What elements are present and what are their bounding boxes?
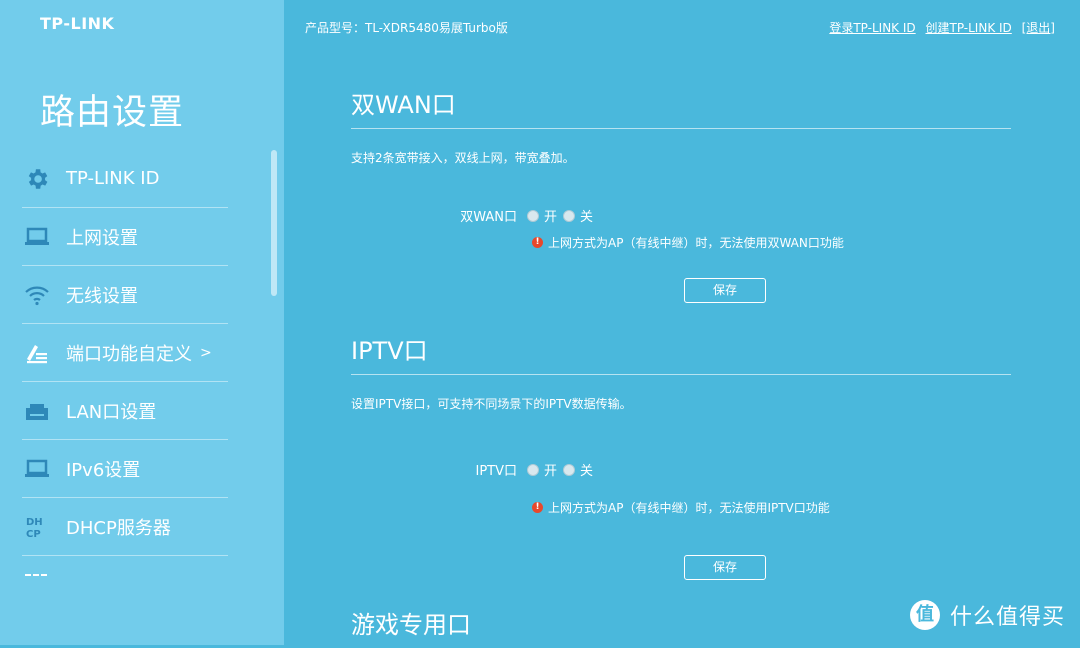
warning-text: 上网方式为AP（有线中继）时，无法使用双WAN口功能 — [548, 236, 844, 250]
ethernet-port-icon — [22, 396, 52, 426]
radio-on[interactable]: 开 — [527, 460, 557, 479]
warning-icon: ! — [532, 237, 543, 248]
sidebar-item-wireless[interactable]: 无线设置 — [22, 266, 228, 324]
section-title: IPTV口 — [351, 337, 428, 365]
radio-off[interactable]: 关 — [563, 460, 593, 479]
radio-on-label: 开 — [544, 210, 558, 225]
chevron-right-icon: > — [200, 344, 212, 361]
create-account-link[interactable]: 创建TP-LINK ID — [925, 21, 1011, 35]
sidebar-nav: TP-LINK ID 上网设置 无线设置 端口功能自定义 > LAN口设置 IP… — [22, 150, 228, 580]
svg-text:DH: DH — [26, 517, 43, 528]
logout-link[interactable]: [退出] — [1022, 21, 1055, 35]
login-link[interactable]: 登录TP-LINK ID — [829, 21, 915, 35]
dual-wan-save-button[interactable]: 保存 — [684, 278, 766, 303]
sidebar-item-tp-link-id[interactable]: TP-LINK ID — [22, 150, 228, 208]
section-divider — [351, 374, 1011, 375]
sidebar-scrollbar[interactable] — [271, 150, 277, 296]
dual-wan-setting: 双WAN口 开 关 — [437, 206, 599, 225]
sidebar-item-label: DHCP服务器 — [66, 517, 171, 539]
iptv-warning: ! 上网方式为AP（有线中继）时，无法使用IPTV口功能 — [532, 499, 830, 516]
sidebar-item-lan[interactable]: LAN口设置 — [22, 382, 228, 440]
section-divider — [351, 128, 1011, 129]
iptv-save-button[interactable]: 保存 — [684, 555, 766, 580]
radio-on-label: 开 — [544, 464, 558, 479]
laptop-icon — [22, 222, 52, 252]
warning-text: 上网方式为AP（有线中继）时，无法使用IPTV口功能 — [548, 501, 830, 515]
warning-icon: ! — [532, 502, 543, 513]
watermark: 值 什么值得买 — [910, 599, 1065, 631]
radio-circle-icon — [563, 209, 576, 222]
watermark-text: 什么值得买 — [950, 605, 1066, 630]
dual-wan-warning: ! 上网方式为AP（有线中继）时，无法使用双WAN口功能 — [532, 234, 844, 251]
radio-off-label: 关 — [580, 464, 594, 479]
section-title: 双WAN口 — [351, 91, 456, 119]
radio-off-label: 关 — [580, 210, 594, 225]
radio-off[interactable]: 关 — [563, 206, 593, 225]
sidebar-item-label: TP-LINK ID — [66, 168, 160, 189]
gear-icon — [22, 164, 52, 194]
radio-circle-icon — [527, 463, 539, 476]
setting-label: IPTV口 — [475, 464, 517, 479]
iptv-setting: IPTV口 开 关 — [437, 460, 599, 479]
sidebar-item-port-custom[interactable]: 端口功能自定义 > — [22, 324, 228, 382]
sidebar-item-label: 端口功能自定义 — [66, 343, 192, 365]
sidebar-item-internet[interactable]: 上网设置 — [22, 208, 228, 266]
edit-list-icon — [22, 338, 52, 368]
sidebar-item-label: IPv6设置 — [66, 459, 141, 481]
radio-group: 开 关 — [527, 460, 599, 479]
partial-icon — [25, 574, 47, 579]
laptop-icon — [22, 454, 52, 484]
product-model: 产品型号：TL-XDR5480易展Turbo版 — [305, 21, 508, 35]
sidebar-title: 路由设置 — [40, 93, 185, 133]
sidebar-item-dhcp[interactable]: DH CP DHCP服务器 — [22, 498, 228, 556]
section-description: 设置IPTV接口，可支持不同场景下的IPTV数据传输。 — [351, 397, 632, 411]
dhcp-icon: DH CP — [22, 512, 52, 542]
radio-group: 开 关 — [527, 206, 599, 225]
sidebar: TP-LINK 路由设置 TP-LINK ID 上网设置 无线设置 端口功能自定… — [0, 0, 284, 645]
radio-circle-icon — [563, 463, 576, 476]
iptv-section: IPTV口 设置IPTV接口，可支持不同场景下的IPTV数据传输。 — [351, 334, 1011, 412]
wifi-icon — [22, 280, 52, 310]
radio-on[interactable]: 开 — [527, 206, 557, 225]
radio-circle-icon — [527, 209, 539, 222]
tp-link-logo: TP-LINK — [40, 14, 115, 33]
setting-label: 双WAN口 — [460, 210, 517, 225]
sidebar-item-more[interactable] — [22, 556, 228, 580]
sidebar-item-label: 上网设置 — [66, 227, 138, 249]
sidebar-item-label: 无线设置 — [66, 285, 138, 307]
dual-wan-section: 双WAN口 支持2条宽带接入，双线上网，带宽叠加。 — [351, 88, 1011, 166]
section-description: 支持2条宽带接入，双线上网，带宽叠加。 — [351, 151, 575, 165]
watermark-logo-icon: 值 — [910, 600, 940, 630]
svg-text:CP: CP — [26, 529, 41, 540]
sidebar-item-ipv6[interactable]: IPv6设置 — [22, 440, 228, 498]
sidebar-item-label: LAN口设置 — [66, 401, 157, 423]
header-links: 登录TP-LINK ID 创建TP-LINK ID [退出] — [823, 19, 1055, 36]
